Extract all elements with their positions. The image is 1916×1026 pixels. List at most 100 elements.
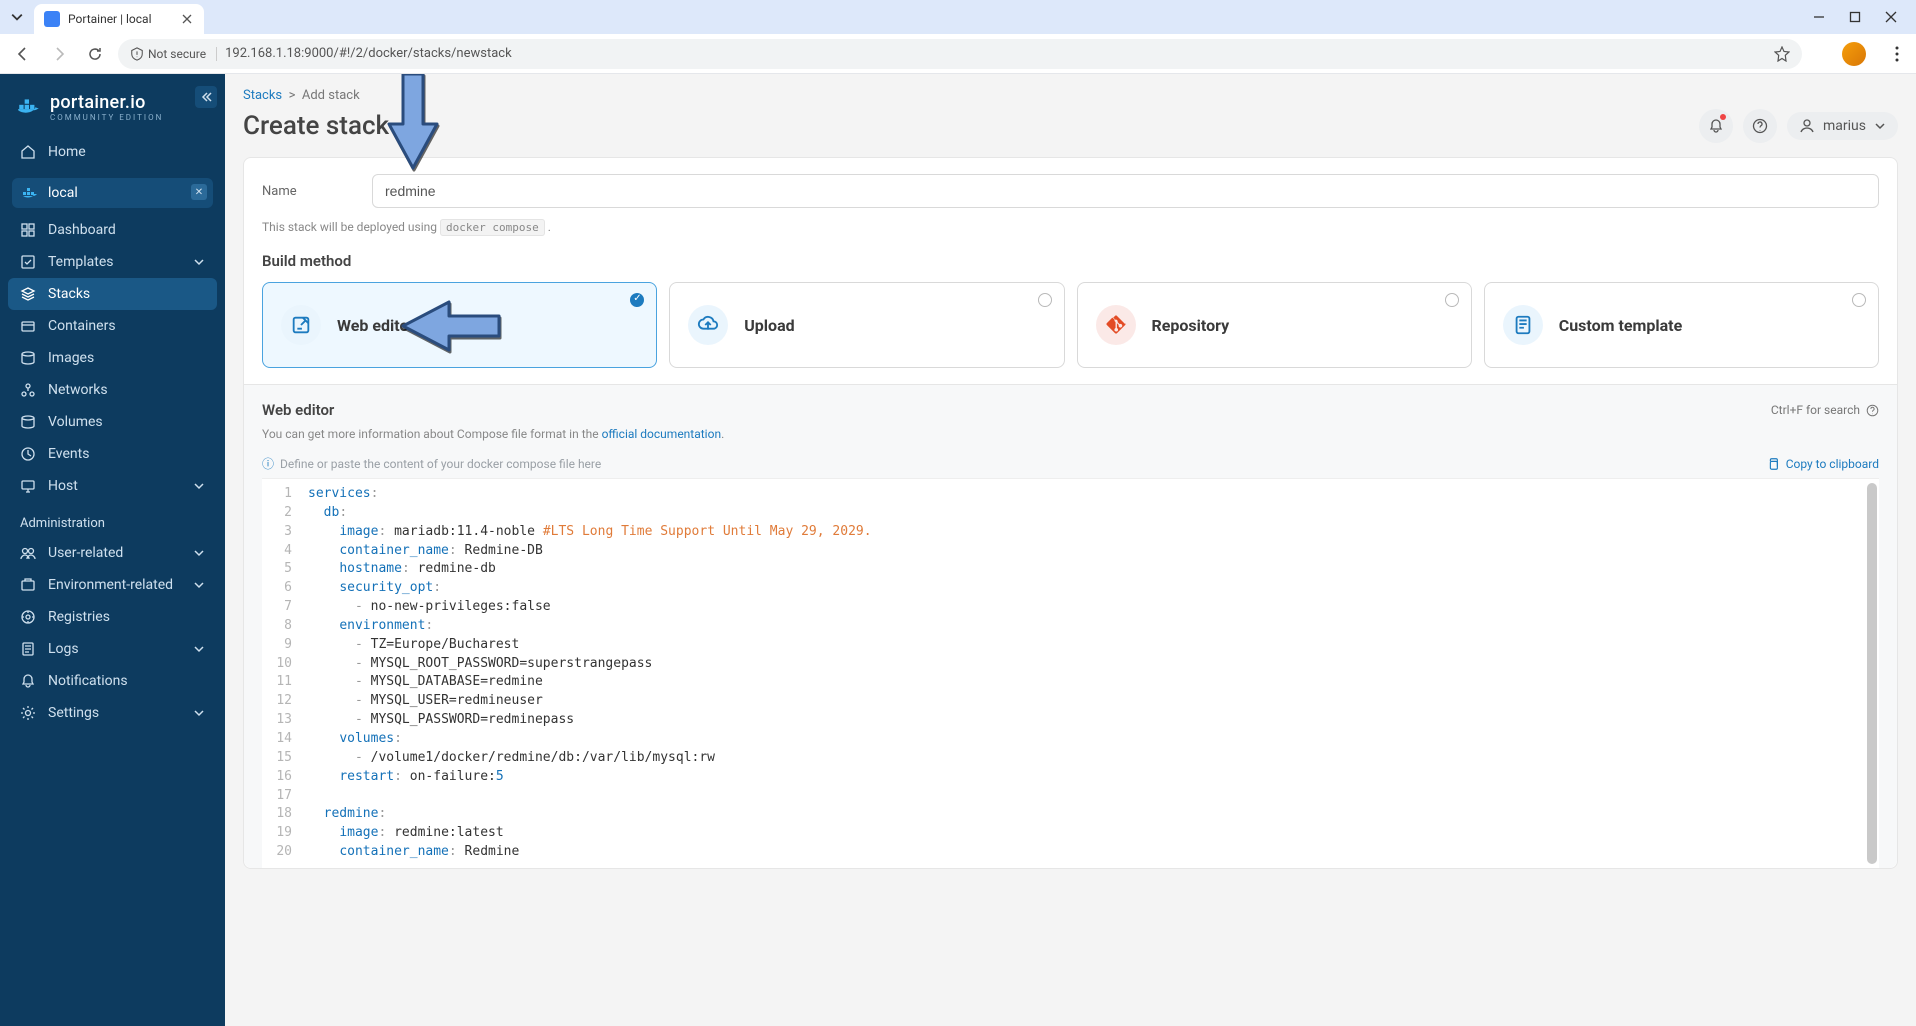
forward-icon[interactable] <box>46 41 72 67</box>
sidebar-collapse-button[interactable] <box>195 86 217 108</box>
sidebar-item-label: Registries <box>48 609 110 625</box>
close-window-icon[interactable] <box>1882 8 1900 26</box>
notification-dot <box>1720 114 1726 120</box>
notifications-button[interactable] <box>1699 109 1733 143</box>
brand-logo[interactable]: portainer.io COMMUNITY EDITION <box>8 86 217 136</box>
sidebar-item-networks[interactable]: Networks <box>8 374 217 406</box>
chevron-down-icon <box>193 480 205 492</box>
environment-name: local <box>48 185 78 201</box>
help-button[interactable] <box>1743 109 1777 143</box>
chevron-down-icon <box>193 707 205 719</box>
editor-scrollbar[interactable] <box>1867 483 1877 864</box>
code-content[interactable]: services: db: image: mariadb:11.4-noble … <box>300 479 1879 868</box>
method-icon <box>1503 305 1543 345</box>
brand-name: portainer.io <box>50 92 163 113</box>
chevron-down-icon <box>193 579 205 591</box>
reload-icon[interactable] <box>82 41 108 67</box>
browser-chrome: Portainer | local Not secure 192.168.1.1… <box>0 0 1916 74</box>
page-title: Create stack <box>243 111 389 141</box>
sidebar-item-label: Networks <box>48 382 108 398</box>
stack-form-card: Name This stack will be deployed using d… <box>243 157 1898 869</box>
sidebar-item-stacks[interactable]: Stacks <box>8 278 217 310</box>
sidebar-item-user-related[interactable]: User-related <box>8 537 217 569</box>
method-icon <box>281 305 321 345</box>
web-editor-card: Web editor Ctrl+F for search You can get… <box>244 384 1897 868</box>
build-method-web-editor[interactable]: Web editor <box>262 282 657 368</box>
method-icon <box>1096 305 1136 345</box>
user-menu[interactable]: marius <box>1787 112 1898 140</box>
build-method-custom-template[interactable]: Custom template <box>1484 282 1879 368</box>
sidebar-item-events[interactable]: Events <box>8 438 217 470</box>
sidebar-item-templates[interactable]: Templates <box>8 246 217 278</box>
tab-bar: Portainer | local <box>0 0 1916 34</box>
docs-link[interactable]: official documentation <box>602 427 722 441</box>
method-label: Repository <box>1152 316 1230 335</box>
radio-indicator <box>1038 293 1052 307</box>
editor-description: You can get more information about Compo… <box>262 427 1879 441</box>
maximize-icon[interactable] <box>1846 8 1864 26</box>
sidebar-item-dashboard[interactable]: Dashboard <box>8 214 217 246</box>
app-root: portainer.io COMMUNITY EDITION Home loca… <box>0 74 1916 1026</box>
environment-close-icon[interactable]: ✕ <box>191 184 207 200</box>
back-icon[interactable] <box>10 41 36 67</box>
sidebar-item-home[interactable]: Home <box>8 136 217 168</box>
sidebar-item-label: Volumes <box>48 414 103 430</box>
sidebar-item-label: Settings <box>48 705 99 721</box>
breadcrumb-root[interactable]: Stacks <box>243 88 282 103</box>
tab-favicon <box>44 11 60 27</box>
deploy-hint: This stack will be deployed using docker… <box>262 220 1879 234</box>
tab-list-dropdown[interactable] <box>8 8 26 26</box>
url-text: 192.168.1.18:9000/#!/2/docker/stacks/new… <box>225 46 512 61</box>
minimize-icon[interactable] <box>1810 8 1828 26</box>
browser-menu-icon[interactable] <box>1888 45 1906 63</box>
tab-close-icon[interactable] <box>180 12 194 26</box>
copy-to-clipboard-button[interactable]: Copy to clipboard <box>1766 457 1879 471</box>
build-method-repository[interactable]: Repository <box>1077 282 1472 368</box>
sidebar-item-settings[interactable]: Settings <box>8 697 217 729</box>
not-secure-badge[interactable]: Not secure <box>130 47 217 61</box>
refresh-icon[interactable] <box>399 117 417 135</box>
sidebar-item-volumes[interactable]: Volumes <box>8 406 217 438</box>
breadcrumb-leaf: Add stack <box>302 88 360 103</box>
sidebar-item-label: Dashboard <box>48 222 116 238</box>
environment-pill[interactable]: local ✕ <box>12 178 213 208</box>
browser-tab[interactable]: Portainer | local <box>34 4 204 34</box>
info-icon: ⓘ <box>262 455 274 472</box>
sidebar-item-label: Containers <box>48 318 116 334</box>
main-content: Stacks > Add stack Create stack <box>225 74 1916 1026</box>
not-secure-label: Not secure <box>148 47 206 61</box>
breadcrumb: Stacks > Add stack <box>243 88 1898 103</box>
address-input[interactable]: Not secure 192.168.1.18:9000/#!/2/docker… <box>118 39 1802 69</box>
sidebar-item-notifications[interactable]: Notifications <box>8 665 217 697</box>
sidebar-item-host[interactable]: Host <box>8 470 217 502</box>
method-label: Custom template <box>1559 316 1683 335</box>
profile-avatar[interactable] <box>1842 42 1866 66</box>
address-bar: Not secure 192.168.1.18:9000/#!/2/docker… <box>0 34 1916 74</box>
user-name: marius <box>1823 118 1866 134</box>
method-label: Upload <box>744 316 794 335</box>
admin-section-label: Administration <box>8 502 217 537</box>
line-gutter: 1234567891011121314151617181920 <box>262 479 300 868</box>
sidebar-item-images[interactable]: Images <box>8 342 217 374</box>
sidebar-item-environment-related[interactable]: Environment-related <box>8 569 217 601</box>
bookmark-star-icon[interactable] <box>1774 46 1790 62</box>
radio-indicator <box>1445 293 1459 307</box>
editor-search-hint: Ctrl+F for search <box>1771 403 1879 417</box>
sidebar-item-registries[interactable]: Registries <box>8 601 217 633</box>
sidebar-item-label: User-related <box>48 545 123 561</box>
editor-placeholder-hint: Define or paste the content of your dock… <box>280 457 601 471</box>
brand-edition: COMMUNITY EDITION <box>50 113 163 122</box>
window-controls <box>1810 8 1908 26</box>
sidebar-item-logs[interactable]: Logs <box>8 633 217 665</box>
sidebar-item-label: Stacks <box>48 286 90 302</box>
method-label: Web editor <box>337 316 414 335</box>
sidebar-item-label: Logs <box>48 641 79 657</box>
chevron-down-icon <box>193 547 205 559</box>
name-label: Name <box>262 184 352 199</box>
stack-name-input[interactable] <box>372 174 1879 208</box>
sidebar-item-containers[interactable]: Containers <box>8 310 217 342</box>
radio-indicator <box>1852 293 1866 307</box>
method-icon <box>688 305 728 345</box>
build-method-upload[interactable]: Upload <box>669 282 1064 368</box>
code-editor[interactable]: 1234567891011121314151617181920 services… <box>262 478 1879 868</box>
